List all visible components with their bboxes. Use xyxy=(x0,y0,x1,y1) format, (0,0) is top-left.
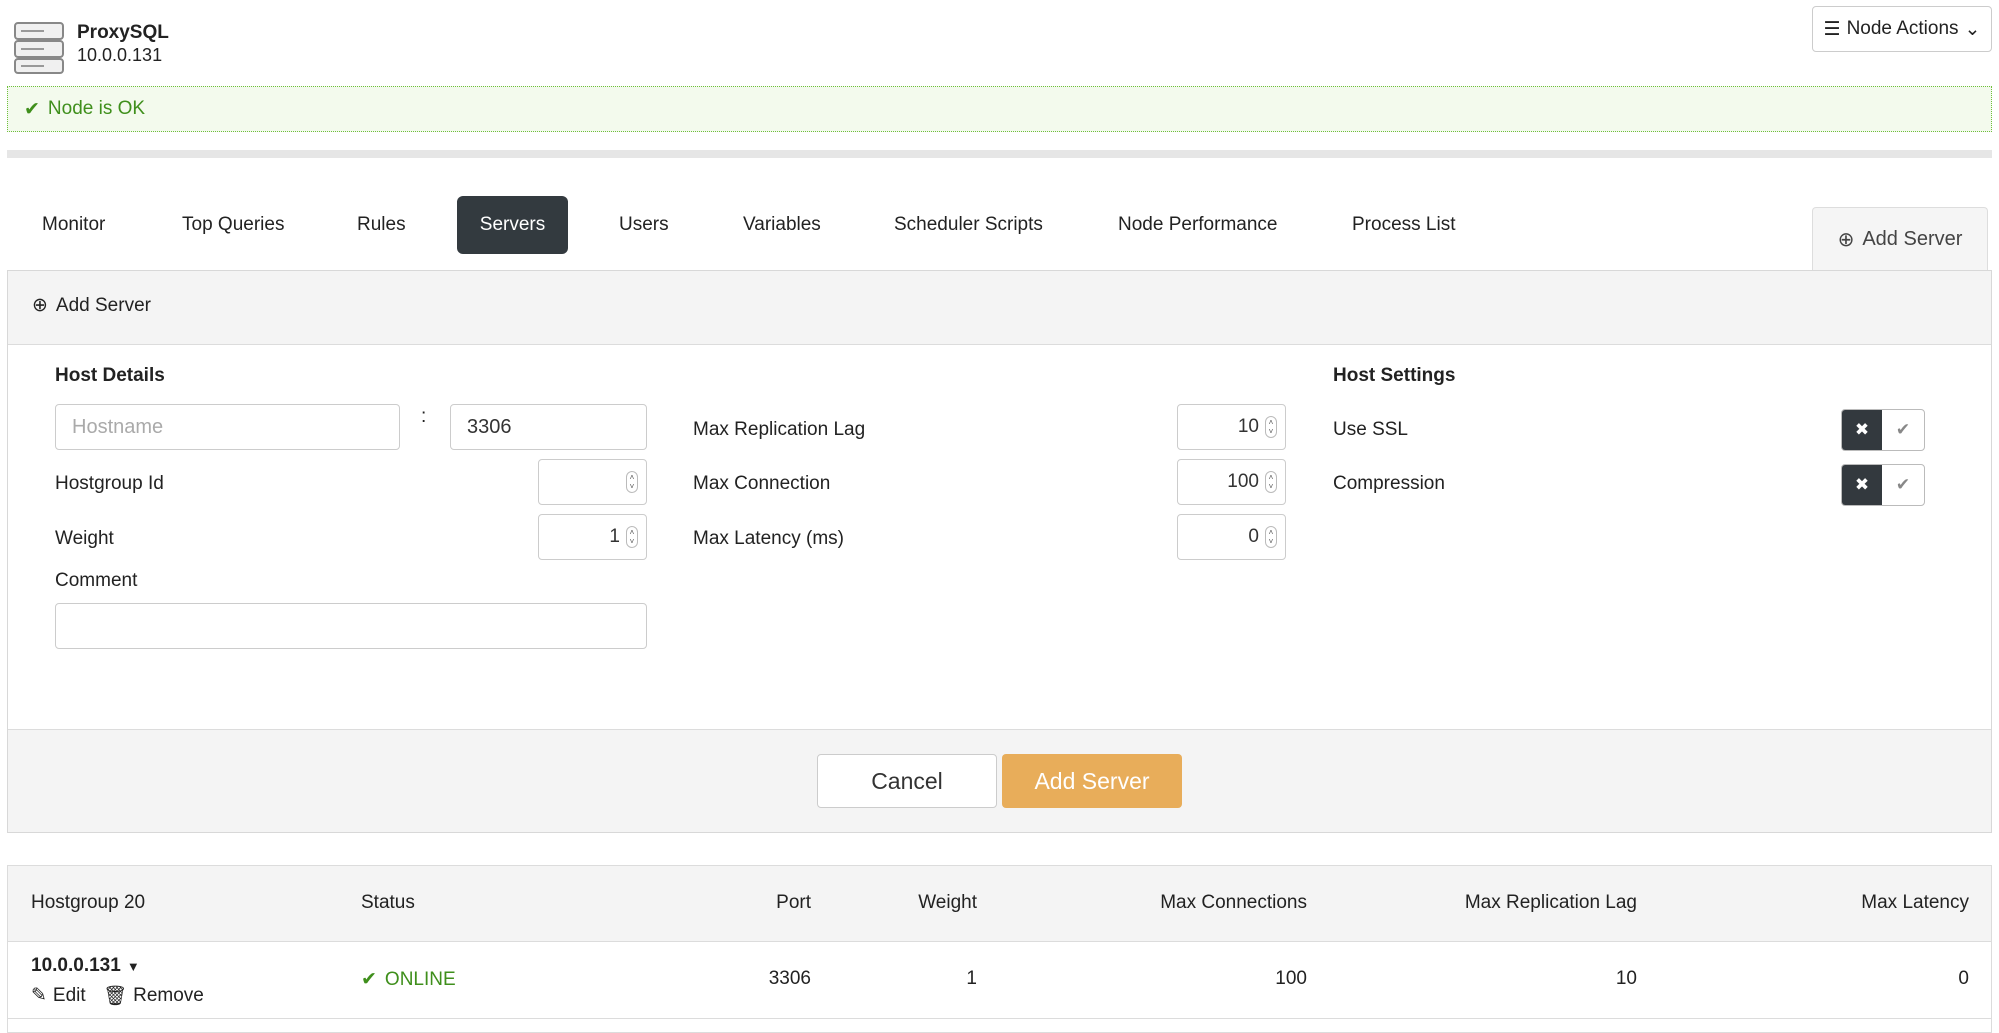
compression-label: Compression xyxy=(1333,473,1445,494)
tab-label: Scheduler Scripts xyxy=(894,214,1043,235)
remove-link[interactable]: 🗑 Remove xyxy=(103,984,204,1008)
host-dropdown[interactable]: 10.0.0.131 ▼ xyxy=(31,955,140,977)
max-latency-value: 0 xyxy=(1248,526,1259,547)
table-header xyxy=(8,866,1991,942)
edit-link[interactable]: ✎ Edit xyxy=(31,984,86,1007)
remove-label: Remove xyxy=(133,985,204,1006)
node-status-text: Node is OK xyxy=(47,98,146,119)
host-settings-heading: Host Settings xyxy=(1333,365,1456,386)
host-details-heading: Host Details xyxy=(55,365,165,386)
tab-rules[interactable]: Rules xyxy=(333,196,430,254)
cancel-button[interactable]: Cancel xyxy=(817,754,997,808)
pencil-icon: ✎ xyxy=(31,985,47,1006)
caret-down-icon: ▼ xyxy=(126,958,140,974)
spinner-icon[interactable]: ˄ ˅ xyxy=(626,471,638,493)
max-connection-input[interactable]: 100 ˄ ˅ xyxy=(1177,459,1286,505)
plus-circle-icon: ⊕ xyxy=(32,295,48,316)
use-ssl-label: Use SSL xyxy=(1333,419,1408,440)
node-actions-button[interactable]: ☰ Node Actions ⌄ xyxy=(1812,6,1992,52)
panel-title: ⊕ Add Server xyxy=(32,294,151,317)
port-separator: : xyxy=(421,406,427,427)
tab-servers[interactable]: Servers xyxy=(457,196,568,254)
plus-circle-icon: ⊕ xyxy=(1837,229,1855,251)
cell-max-replication-lag: 10 xyxy=(1615,968,1637,989)
header-port: Port xyxy=(776,892,811,913)
edit-label: Edit xyxy=(52,984,86,1006)
trash-icon: 🗑 xyxy=(103,986,128,1007)
max-connection-value: 100 xyxy=(1227,471,1259,492)
max-replication-lag-label: Max Replication Lag xyxy=(693,419,866,440)
panel-header xyxy=(8,271,1991,345)
cell-max-connections: 100 xyxy=(1275,968,1307,989)
check-icon: ✔ xyxy=(24,98,40,120)
tab-add-server[interactable]: ⊕ Add Server xyxy=(1812,207,1988,271)
check-icon[interactable]: ✔ xyxy=(1882,410,1924,450)
panel-footer xyxy=(8,729,1991,832)
tab-process-list[interactable]: Process List xyxy=(1328,196,1479,254)
cell-max-latency: 0 xyxy=(1958,968,1969,989)
max-latency-label: Max Latency (ms) xyxy=(693,528,844,549)
tab-top-queries[interactable]: Top Queries xyxy=(158,196,308,254)
close-icon[interactable]: ✖ xyxy=(1842,465,1882,505)
tab-node-performance[interactable]: Node Performance xyxy=(1094,196,1301,254)
port-input[interactable] xyxy=(450,404,647,450)
compression-toggle[interactable]: ✖ ✔ xyxy=(1841,464,1925,506)
max-latency-input[interactable]: 0 ˄ ˅ xyxy=(1177,514,1286,560)
header-hostgroup: Hostgroup 20 xyxy=(31,892,146,913)
spinner-icon[interactable]: ˄ ˅ xyxy=(626,526,638,548)
comment-label: Comment xyxy=(55,570,138,591)
tab-label: Top Queries xyxy=(182,214,285,235)
server-icon xyxy=(14,22,64,76)
max-replication-lag-input[interactable]: 10 ˄ ˅ xyxy=(1177,404,1286,450)
max-replication-lag-value: 10 xyxy=(1237,416,1259,437)
status-badge: ✔ ONLINE xyxy=(361,968,456,991)
tab-label: Monitor xyxy=(42,214,106,235)
tab-variables[interactable]: Variables xyxy=(719,196,845,254)
status-text: ONLINE xyxy=(384,968,456,990)
header-weight: Weight xyxy=(918,892,977,913)
row-divider xyxy=(8,1018,1991,1019)
check-icon: ✔ xyxy=(361,969,377,990)
weight-label: Weight xyxy=(55,528,114,549)
header-status: Status xyxy=(361,892,415,913)
tab-scheduler-scripts[interactable]: Scheduler Scripts xyxy=(870,196,1067,254)
tab-label: Process List xyxy=(1352,214,1456,235)
header-max-connections: Max Connections xyxy=(1160,892,1307,913)
hostgroup-label: Hostgroup Id xyxy=(55,473,164,494)
cell-weight: 1 xyxy=(966,968,977,989)
tab-label: Variables xyxy=(743,214,821,235)
close-icon[interactable]: ✖ xyxy=(1842,410,1882,450)
hostgroup-input[interactable]: ˄ ˅ xyxy=(538,459,647,505)
tab-monitor[interactable]: Monitor xyxy=(18,196,129,254)
divider xyxy=(7,150,1992,158)
node-name: ProxySQL xyxy=(77,22,169,43)
header-max-latency: Max Latency xyxy=(1861,892,1969,913)
add-server-button[interactable]: Add Server xyxy=(1002,754,1182,808)
list-icon: ☰ xyxy=(1823,18,1841,40)
tab-label: Node Performance xyxy=(1118,214,1278,235)
node-status-banner: ✔ Node is OK xyxy=(7,86,1992,132)
tab-label: Users xyxy=(619,214,669,235)
spinner-icon[interactable]: ˄ ˅ xyxy=(1265,526,1277,548)
panel-title-text: Add Server xyxy=(55,294,151,316)
tab-add-server-label: Add Server xyxy=(1862,228,1963,250)
hostname-input[interactable] xyxy=(55,404,400,450)
tab-label: Rules xyxy=(357,214,406,235)
spinner-icon[interactable]: ˄ ˅ xyxy=(1265,471,1277,493)
host-name: 10.0.0.131 xyxy=(31,955,121,976)
tab-label: Servers xyxy=(479,214,546,235)
chevron-down-icon: ⌄ xyxy=(1964,18,1981,40)
header-max-replication-lag: Max Replication Lag xyxy=(1464,892,1637,913)
weight-input[interactable]: 1 ˄ ˅ xyxy=(538,514,647,560)
use-ssl-toggle[interactable]: ✖ ✔ xyxy=(1841,409,1925,451)
check-icon[interactable]: ✔ xyxy=(1882,465,1924,505)
max-connection-label: Max Connection xyxy=(693,473,831,494)
weight-value: 1 xyxy=(609,526,620,547)
comment-input[interactable] xyxy=(55,603,647,649)
tab-users[interactable]: Users xyxy=(595,196,693,254)
cell-port: 3306 xyxy=(768,968,811,989)
spinner-icon[interactable]: ˄ ˅ xyxy=(1265,416,1277,438)
node-ip: 10.0.0.131 xyxy=(77,45,163,65)
node-actions-label: Node Actions xyxy=(1846,18,1959,39)
